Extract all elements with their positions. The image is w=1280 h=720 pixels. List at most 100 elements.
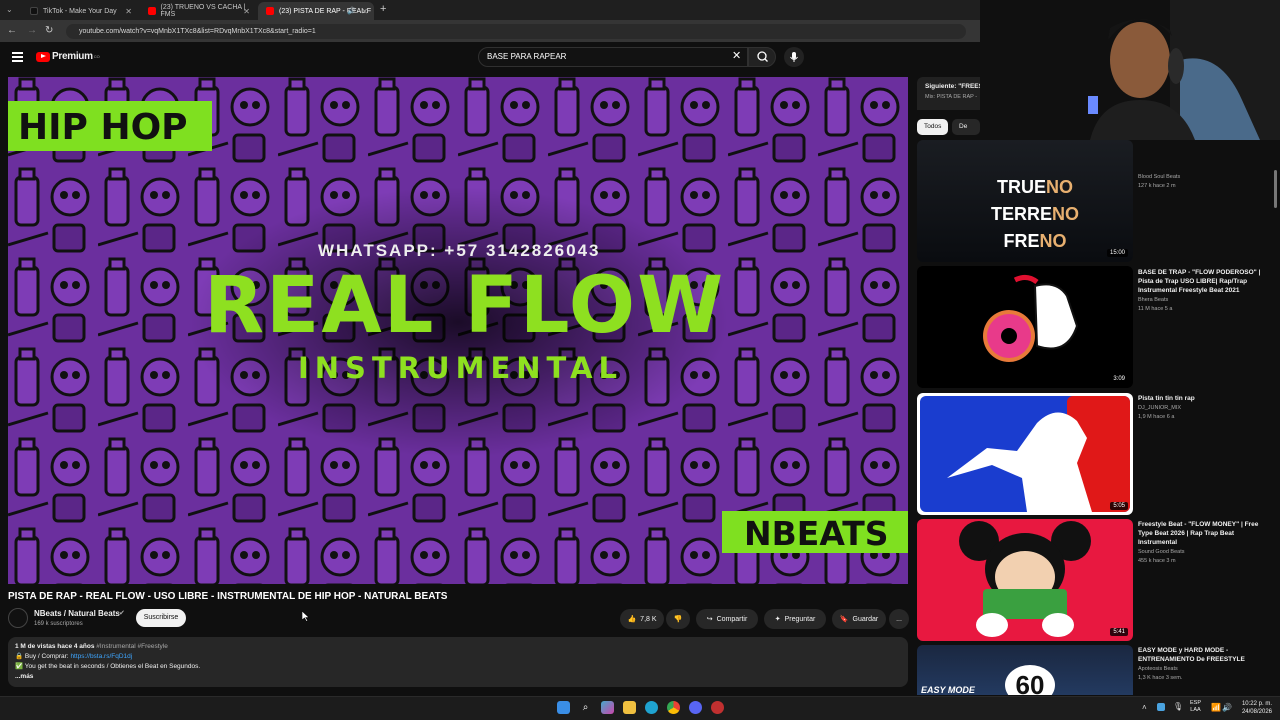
edge-icon[interactable] <box>645 701 658 714</box>
subscribe-button[interactable]: Suscribirse <box>136 609 186 627</box>
more-actions-button[interactable]: ... <box>889 609 909 629</box>
like-count: 7,8 K <box>640 615 657 623</box>
scrollbar-thumb[interactable] <box>1274 170 1277 208</box>
hashtags[interactable]: #Instrumental #Freestyle <box>96 643 168 650</box>
tray-mic-icon[interactable]: 🎙 <box>1173 702 1183 711</box>
tab-title: (23) TRUENO VS CACHA | FMS <box>160 4 246 18</box>
channel-name[interactable]: Apoteosis Beats <box>1138 665 1266 674</box>
reload-icon[interactable]: ↻ <box>45 25 53 36</box>
thumbs-down-icon: 👎 <box>673 616 683 623</box>
chip-all[interactable]: Todos <box>917 119 949 135</box>
volume-icon[interactable]: 🔊 <box>1222 703 1232 712</box>
video-player[interactable]: HIP HOP WHATSAPP: +57 3142826043 REAL FL… <box>8 77 908 584</box>
channel-name[interactable]: Bhera Beats <box>1138 296 1266 305</box>
playlist-panel[interactable]: Siguiente: "FREES Mix: PISTA DE RAP - <box>917 77 980 110</box>
search-button[interactable] <box>748 47 776 67</box>
rapper-silhouette-art <box>920 396 1130 512</box>
discord-icon[interactable] <box>689 701 702 714</box>
mouse-cursor-icon <box>302 611 310 622</box>
recommended-meta[interactable]: Pista tin tin tin rap DJ_JUNIOR_MIX 1,9 … <box>1138 394 1266 422</box>
clock-time: 10:22 p. m. <box>1241 701 1272 707</box>
back-icon[interactable]: ← <box>7 25 17 36</box>
channel-avatar[interactable] <box>8 608 28 628</box>
forward-icon[interactable]: → <box>27 25 37 36</box>
video-title[interactable]: Freestyle Beat - "FLOW MONEY" | Free Typ… <box>1138 520 1266 547</box>
subscriber-count: 169 k suscriptores <box>34 621 83 627</box>
tray-chevron-icon[interactable]: ˄ <box>1142 703 1147 712</box>
clock-date: 24/08/2026 <box>1241 709 1272 715</box>
speaker-icon[interactable]: 🔊 <box>347 7 356 15</box>
recommended-meta[interactable]: EASY MODE y HARD MODE - ENTRENAMIENTO De… <box>1138 646 1266 683</box>
description-text: You get the beat in seconds / Obtienes e… <box>24 663 201 670</box>
duration-badge: 3:09 <box>1110 375 1128 383</box>
buy-link[interactable]: https://bsta.rs/FqD1dj <box>70 653 132 660</box>
view-stats: 455 k hace 3 m <box>1138 558 1176 564</box>
recommended-meta[interactable]: Freestyle Beat - "FLOW MONEY" | Free Typ… <box>1138 520 1266 566</box>
tray-app-icon[interactable] <box>1157 703 1165 711</box>
share-button[interactable]: ↪ Compartir <box>696 609 758 629</box>
show-more-link[interactable]: ...más <box>15 672 901 682</box>
close-icon[interactable]: ✕ <box>243 7 250 16</box>
recommended-meta[interactable]: Blood Soul Beats 127 k hace 2 m <box>1138 172 1266 191</box>
duration-badge: 15:00 <box>1106 249 1128 257</box>
lock-icon: 🔒 <box>15 653 24 660</box>
thumb-word: TERRE <box>991 204 1053 224</box>
app-icon[interactable] <box>711 701 724 714</box>
share-label: Compartir <box>716 615 748 623</box>
dislike-button[interactable]: 👎 <box>666 609 690 629</box>
save-button[interactable]: 🔖 Guardar <box>832 609 886 629</box>
search-icon <box>757 51 768 62</box>
windows-start-icon[interactable] <box>557 701 570 714</box>
duration-badge: 5:41 <box>1110 628 1128 636</box>
close-icon[interactable]: ✕ <box>125 7 132 16</box>
wifi-icon[interactable]: 📶 <box>1211 703 1221 712</box>
channel-name[interactable]: DJ_JUNIOR_MIX <box>1138 404 1266 413</box>
language-indicator[interactable]: ESP LAA <box>1190 700 1201 714</box>
art-whatsapp: WHATSAPP: +57 3142826043 <box>318 241 601 260</box>
video-title[interactable]: EASY MODE y HARD MODE - ENTRENAMIENTO De… <box>1138 646 1266 664</box>
tiktok-icon <box>30 7 38 15</box>
channel-name[interactable]: Blood Soul Beats <box>1138 173 1266 182</box>
up-next-title: Siguiente: "FREES <box>925 83 980 90</box>
channel-name[interactable]: Sound Good Beats <box>1138 548 1266 557</box>
recommended-thumbnail[interactable]: 5:05 <box>917 393 1133 515</box>
tab-tiktok[interactable]: TikTok - Make Your Day ✕ <box>22 2 138 20</box>
search-icon[interactable]: ⌕ <box>579 701 592 714</box>
chrome-icon[interactable] <box>667 701 680 714</box>
menu-icon[interactable] <box>12 52 23 64</box>
close-icon[interactable]: ✕ <box>361 7 368 16</box>
system-clock[interactable]: 10:22 p. m. 24/08/2026 <box>1242 700 1272 716</box>
tab-trueno[interactable]: (23) TRUENO VS CACHA | FMS ✕ <box>140 2 256 20</box>
thumb-word: NO <box>1046 177 1073 197</box>
bookmark-icon: 🔖 <box>839 616 849 623</box>
url-field[interactable]: youtube.com/watch?v=vqMnbX1TXc8&list=RDv… <box>66 24 966 39</box>
thumb-word: NO <box>1052 204 1080 224</box>
video-title[interactable]: BASE DE TRAP - "FLOW PODEROSO" | Pista d… <box>1138 268 1266 295</box>
ask-button[interactable]: ✦ Preguntar <box>764 609 826 629</box>
recommended-thumbnail[interactable]: 3:09 <box>917 266 1133 388</box>
file-explorer-icon[interactable] <box>623 701 636 714</box>
recommended-meta[interactable]: BASE DE TRAP - "FLOW PODEROSO" | Pista d… <box>1138 268 1266 314</box>
search-input[interactable]: BASE PARA RAPEAR <box>478 47 748 67</box>
youtube-logo[interactable]: Premium CO <box>36 51 100 62</box>
view-stats: 127 k hace 2 m <box>1138 183 1176 189</box>
thumb-text: TRUENO TERRENO FRENO <box>991 174 1079 255</box>
channel-name[interactable]: NBeats / Natural Beats <box>34 609 120 618</box>
tab-search-icon[interactable]: ⌄ <box>6 5 13 14</box>
like-button[interactable]: 👍 7,8 K <box>620 609 664 629</box>
copilot-icon[interactable] <box>601 701 614 714</box>
chip-from-channel[interactable]: De NBe <box>952 119 980 135</box>
new-tab-button[interactable]: + <box>380 3 386 15</box>
recommended-thumbnail[interactable]: EASY MODE 60 <box>917 645 1133 695</box>
verified-icon: ✔ <box>119 610 125 617</box>
more-label: ... <box>896 615 902 623</box>
tab-pista[interactable]: (23) PISTA DE RAP - REAL F 🔊 ✕ <box>258 2 374 20</box>
mickey-money-art <box>959 521 1091 637</box>
recommended-thumbnail[interactable]: TRUENO TERRENO FRENO 15:00 <box>917 140 1133 262</box>
description-box[interactable]: 1 M de vistas hace 4 años #Instrumental … <box>8 637 908 687</box>
art-subtitle: INSTRUMENTAL <box>298 351 623 385</box>
recommended-thumbnail[interactable]: 5:41 <box>917 519 1133 641</box>
voice-search-button[interactable] <box>784 47 804 67</box>
clear-search-icon[interactable]: ✕ <box>732 49 741 62</box>
video-title[interactable]: Pista tin tin tin rap <box>1138 394 1266 403</box>
